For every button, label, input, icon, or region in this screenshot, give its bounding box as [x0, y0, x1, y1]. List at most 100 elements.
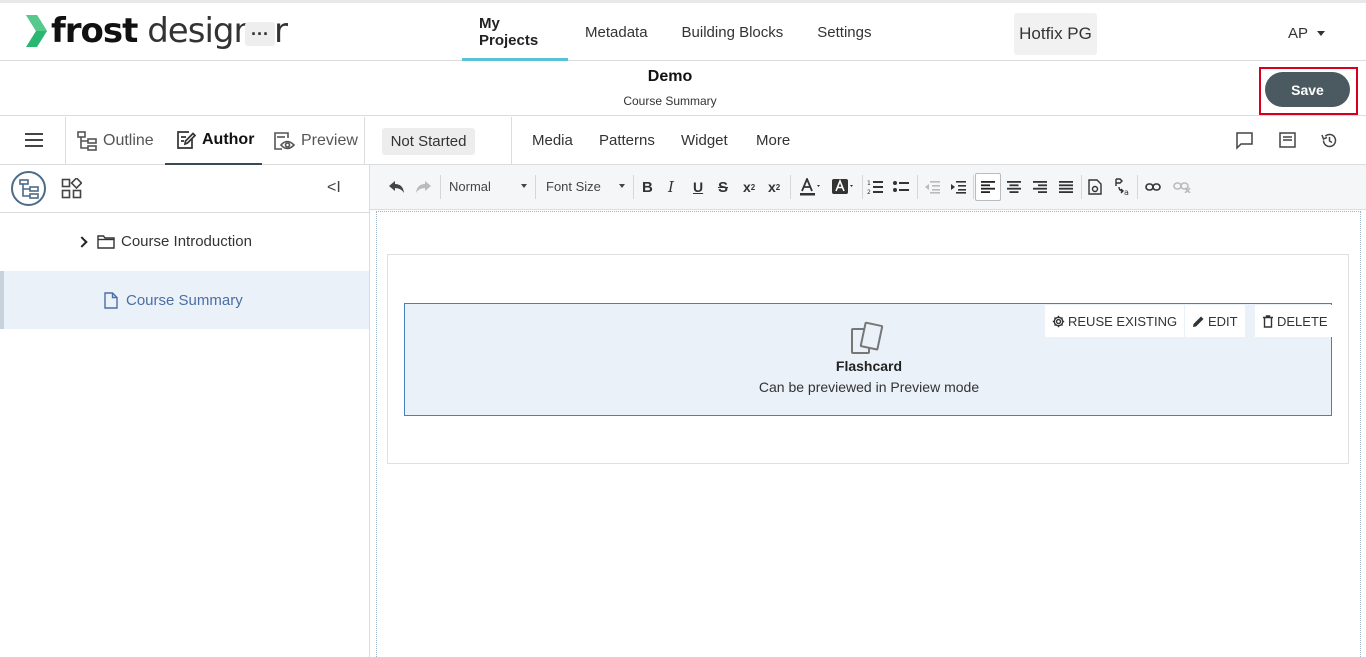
tab-preview-label: Preview [301, 132, 358, 149]
save-button[interactable]: Save [1265, 72, 1350, 107]
pencil-icon [1193, 316, 1204, 327]
tree-item-course-summary[interactable]: Course Summary [0, 271, 369, 329]
widget-description: Can be previewed in Preview mode [758, 379, 980, 395]
divider [440, 175, 441, 199]
link-icon[interactable] [1145, 178, 1161, 196]
outline-panel: <I Course Introduction Course Summary [0, 165, 370, 657]
document-header: Demo Course Summary Save [0, 61, 1366, 116]
text-direction-icon[interactable]: a [1114, 178, 1132, 196]
tab-preview[interactable]: Preview [272, 117, 358, 165]
menu-more[interactable]: More [756, 132, 790, 149]
status-badge[interactable]: Not Started [382, 128, 475, 155]
divider [535, 175, 536, 199]
tree-view-icon [18, 178, 39, 199]
divider [862, 175, 863, 199]
user-menu[interactable]: AP [1288, 25, 1326, 42]
font-size-caret-icon [619, 184, 625, 188]
divider [364, 117, 365, 165]
hamburger-menu-icon[interactable] [25, 133, 43, 147]
widget-title: Flashcard [835, 358, 903, 374]
align-justify-icon[interactable] [1059, 178, 1073, 196]
delete-widget-button[interactable]: DELETE [1255, 305, 1335, 337]
page-subtitle: Course Summary [623, 94, 717, 108]
main-nav: My Projects Metadata Building Blocks Set… [462, 3, 888, 61]
more-options-button[interactable]: ··· [245, 22, 275, 46]
nav-metadata[interactable]: Metadata [568, 3, 665, 61]
outline-panel-header: <I [0, 165, 369, 213]
logo-chevron-icon [26, 15, 47, 47]
author-edit-icon [177, 131, 197, 149]
caret-down-icon [1317, 31, 1326, 36]
indent-icon[interactable] [950, 178, 966, 196]
redo-icon[interactable] [414, 178, 432, 196]
outline-tree-icon [77, 131, 97, 151]
underline-icon[interactable]: U [693, 178, 703, 196]
font-size-select[interactable]: Font Size [546, 179, 601, 194]
svg-text:2: 2 [867, 189, 871, 195]
menu-widget[interactable]: Widget [681, 132, 728, 149]
superscript-icon[interactable]: x2 [768, 178, 780, 196]
reuse-existing-button[interactable]: REUSE EXISTING [1045, 305, 1185, 337]
format-caret-icon [521, 184, 527, 188]
bold-icon[interactable]: B [642, 178, 653, 196]
preview-eye-icon [274, 132, 296, 150]
mode-toolbar: Outline Author Preview Not Started Media… [0, 117, 1366, 165]
notes-icon[interactable] [1278, 131, 1297, 150]
menu-media[interactable]: Media [532, 132, 573, 149]
reuse-existing-label: REUSE EXISTING [1068, 313, 1178, 329]
flashcard-icon [851, 321, 884, 354]
tab-outline-label: Outline [103, 132, 154, 149]
divider [65, 117, 66, 165]
svg-text:1: 1 [867, 180, 871, 187]
user-initials: AP [1288, 25, 1309, 42]
highlight-color-icon[interactable] [831, 178, 857, 196]
nav-my-projects[interactable]: My Projects [462, 3, 568, 61]
tab-author[interactable]: Author [165, 117, 262, 165]
workspace-selector[interactable]: Hotfix PG [1014, 13, 1097, 55]
chevron-right-icon[interactable] [76, 235, 88, 248]
tree-item-label: Course Introduction [121, 233, 252, 250]
text-color-icon[interactable] [798, 178, 824, 196]
tab-outline[interactable]: Outline [76, 117, 154, 165]
grid-view-icon[interactable] [61, 178, 82, 199]
undo-icon[interactable] [388, 178, 406, 196]
bullet-list-icon[interactable] [893, 178, 909, 196]
tree-item-course-introduction[interactable]: Course Introduction [0, 213, 369, 270]
delete-label: DELETE [1277, 313, 1328, 329]
gear-icon [1052, 315, 1065, 327]
history-icon[interactable] [1320, 131, 1339, 150]
menu-patterns[interactable]: Patterns [599, 132, 655, 149]
flashcard-widget[interactable]: REUSE EXISTING EDIT DELETE Flashcard Can… [404, 303, 1335, 416]
edit-widget-button[interactable]: EDIT [1185, 305, 1245, 337]
divider [917, 175, 918, 199]
align-left-icon[interactable] [975, 173, 1001, 201]
strikethrough-icon[interactable]: S [718, 178, 728, 196]
page-icon [104, 291, 118, 309]
tree-view-button[interactable] [11, 171, 46, 206]
nav-settings[interactable]: Settings [800, 3, 888, 61]
subscript-icon[interactable]: x2 [743, 178, 755, 196]
format-select[interactable]: Normal [449, 179, 491, 194]
divider [973, 175, 974, 199]
insert-file-icon[interactable] [1088, 178, 1102, 196]
italic-icon[interactable]: I [668, 178, 674, 196]
folder-icon [97, 235, 115, 249]
edit-label: EDIT [1208, 313, 1238, 329]
outdent-icon[interactable] [924, 178, 940, 196]
align-center-icon[interactable] [1007, 178, 1021, 196]
divider [790, 175, 791, 199]
nav-building-blocks[interactable]: Building Blocks [665, 3, 801, 61]
comment-icon[interactable] [1235, 131, 1254, 150]
svg-text:a: a [1124, 188, 1129, 196]
rich-text-toolbar: Normal Font Size B I U S x2 x2 12 a [370, 165, 1366, 210]
divider [511, 117, 512, 165]
divider [1137, 175, 1138, 199]
top-navbar: frost designer ··· My Projects Metadata … [0, 0, 1366, 61]
align-right-icon[interactable] [1033, 178, 1047, 196]
numbered-list-icon[interactable]: 12 [867, 178, 883, 196]
project-title: Demo [647, 68, 693, 85]
divider [1081, 175, 1082, 199]
trash-icon [1263, 314, 1273, 328]
collapse-panel-button[interactable]: <I [327, 179, 341, 197]
unlink-icon[interactable] [1173, 178, 1191, 196]
